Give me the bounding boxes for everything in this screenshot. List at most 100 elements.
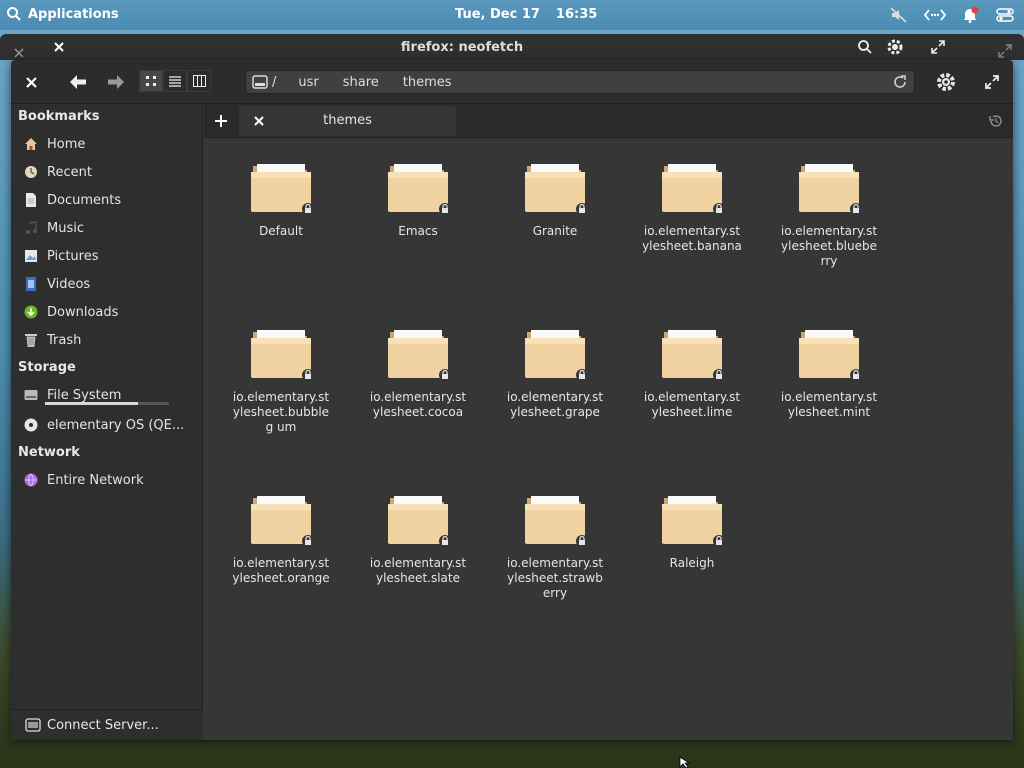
trash-icon xyxy=(23,332,39,348)
tab-bar: themes xyxy=(204,104,1013,138)
sidebar-item-entire-network[interactable]: Entire Network xyxy=(23,469,144,491)
file-item[interactable]: io.elementary.st ylesheet.slate xyxy=(363,492,473,586)
maximize-icon[interactable] xyxy=(996,42,1014,60)
sidebar-item-documents[interactable]: Documents xyxy=(23,189,121,211)
folder-locked-icon xyxy=(662,496,724,547)
history-icon xyxy=(989,115,1002,127)
window-title: firefox: neofetch xyxy=(400,40,524,55)
columns-icon xyxy=(192,75,206,87)
file-item[interactable]: io.elementary.st ylesheet.mint xyxy=(774,326,884,420)
file-item[interactable]: io.elementary.st ylesheet.bluebe rry xyxy=(774,160,884,269)
file-item[interactable]: io.elementary.st ylesheet.lime xyxy=(637,326,747,420)
folder-locked-icon xyxy=(662,164,724,215)
view-switcher xyxy=(139,70,213,92)
file-item[interactable]: Default xyxy=(226,160,336,239)
sound-muted-icon[interactable] xyxy=(889,6,909,24)
file-icon-view[interactable]: Default Emacs Granite io.elementary.st yles… xyxy=(204,139,1013,740)
new-tab-button[interactable] xyxy=(212,112,230,130)
file-item[interactable]: io.elementary.st ylesheet.banana xyxy=(637,160,747,254)
sidebar-item-label: Pictures xyxy=(47,248,99,264)
close-window-button[interactable] xyxy=(21,72,41,92)
folder-locked-icon xyxy=(525,496,587,547)
file-name: io.elementary.st ylesheet.cocoa xyxy=(369,390,467,419)
back-button[interactable] xyxy=(66,71,90,93)
column-view-button[interactable] xyxy=(187,70,211,92)
sidebar-item-label: Downloads xyxy=(47,304,119,320)
folder-locked-icon xyxy=(251,164,313,215)
firefox-window[interactable]: firefox: neofetch xyxy=(0,34,1024,60)
sidebar-item-trash[interactable]: Trash xyxy=(23,329,81,351)
breadcrumb-share[interactable]: share xyxy=(331,71,391,93)
file-item[interactable]: io.elementary.st ylesheet.strawb erry xyxy=(500,492,610,601)
file-name: Raleigh xyxy=(669,556,715,570)
bookmarks-header: Bookmarks xyxy=(18,109,100,124)
home-icon xyxy=(23,136,39,152)
drive-icon xyxy=(252,75,268,89)
network-wired-icon[interactable] xyxy=(923,6,947,24)
file-item[interactable]: Granite xyxy=(500,160,610,239)
videos-icon xyxy=(23,276,39,292)
search-icon[interactable] xyxy=(856,38,874,56)
list-view-button[interactable] xyxy=(163,70,187,92)
applications-menu[interactable]: Applications xyxy=(6,6,119,22)
reload-icon[interactable] xyxy=(892,74,908,90)
top-panel: Applications Tue, Dec 17 16:35 xyxy=(0,0,1024,30)
system-menu-icon[interactable] xyxy=(995,6,1015,24)
sidebar-item-videos[interactable]: Videos xyxy=(23,273,90,295)
documents-icon xyxy=(23,192,39,208)
sidebar-item-label: Recent xyxy=(47,164,92,180)
plus-icon xyxy=(215,115,227,127)
sidebar-item-optical-disc[interactable]: elementary OS (QE... xyxy=(23,414,184,436)
tab-themes[interactable]: themes xyxy=(239,106,456,136)
maximize-icon[interactable] xyxy=(929,38,947,56)
network-header: Network xyxy=(18,445,80,460)
sidebar-item-label: Videos xyxy=(47,276,91,292)
sidebar-item-label: Trash xyxy=(47,332,82,348)
file-item[interactable]: io.elementary.st ylesheet.bubbleg um xyxy=(226,326,336,435)
sidebar-item-label: Documents xyxy=(47,192,122,208)
notifications-icon[interactable] xyxy=(960,6,980,24)
breadcrumb-usr[interactable]: usr xyxy=(286,71,330,93)
path-root-label: / xyxy=(272,74,277,90)
gear-icon xyxy=(937,73,955,91)
file-item[interactable]: io.elementary.st ylesheet.grape xyxy=(500,326,610,420)
sidebar-item-pictures[interactable]: Pictures xyxy=(23,245,98,267)
file-name: Emacs xyxy=(398,224,438,238)
menu-button[interactable] xyxy=(933,70,959,94)
file-item[interactable]: Emacs xyxy=(363,160,473,239)
folder-locked-icon xyxy=(525,164,587,215)
file-item[interactable]: io.elementary.st ylesheet.cocoa xyxy=(363,326,473,420)
gear-icon[interactable] xyxy=(886,38,904,56)
sidebar-item-label: elementary OS (QE... xyxy=(47,417,185,433)
sidebar-item-home[interactable]: Home xyxy=(23,133,85,155)
arrow-right-icon xyxy=(108,75,124,89)
recent-icon xyxy=(23,164,39,180)
folder-locked-icon xyxy=(388,496,450,547)
folder-locked-icon xyxy=(662,330,724,381)
clock-time: 16:35 xyxy=(555,7,598,22)
disc-icon xyxy=(23,417,39,433)
sidebar-item-music[interactable]: Music xyxy=(23,217,84,239)
connect-server-button[interactable]: Connect Server... xyxy=(11,709,203,740)
forward-button[interactable] xyxy=(104,71,128,93)
file-manager-window: / usr share themes Bookmarks Home Recent… xyxy=(11,60,1013,740)
clock[interactable]: Tue, Dec 17 16:35 xyxy=(455,7,597,22)
icon-view-button[interactable] xyxy=(139,70,163,92)
file-name: Granite xyxy=(532,224,578,238)
path-bar[interactable]: / usr share themes xyxy=(245,70,915,94)
file-system-usage-bar xyxy=(45,402,169,405)
breadcrumb-themes[interactable]: themes xyxy=(391,71,464,93)
tab-history-button[interactable] xyxy=(987,112,1005,130)
maximize-icon xyxy=(985,75,999,89)
file-item[interactable]: Raleigh xyxy=(637,492,747,571)
folder-locked-icon xyxy=(525,330,587,381)
connect-server-icon xyxy=(25,718,41,732)
sidebar-item-recent[interactable]: Recent xyxy=(23,161,92,183)
sidebar-item-downloads[interactable]: Downloads xyxy=(23,301,118,323)
header-bar: / usr share themes xyxy=(11,60,1013,104)
file-item[interactable]: io.elementary.st ylesheet.orange xyxy=(226,492,336,586)
path-root[interactable]: / xyxy=(246,75,286,90)
maximize-button[interactable] xyxy=(982,72,1002,92)
applications-label: Applications xyxy=(28,6,119,22)
pictures-icon xyxy=(23,248,39,264)
